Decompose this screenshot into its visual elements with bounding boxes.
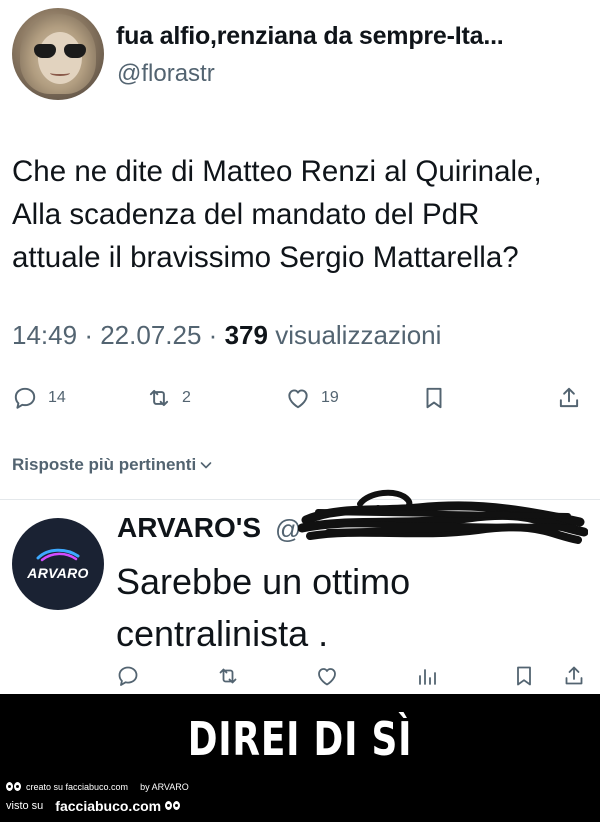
reply-count: 14	[48, 389, 66, 406]
reply-button[interactable]: 14	[12, 378, 66, 418]
tweet-text-line: Alla scadenza del mandato del PdR	[12, 198, 480, 231]
replies-sort-dropdown[interactable]: Risposte più pertinenti	[12, 455, 214, 475]
watermark-seen-text: visto su	[6, 800, 44, 812]
tweet-text-line: attuale il bravissimo Sergio Mattarella?	[12, 241, 519, 274]
meme-caption: DIREI DI SÌ	[187, 712, 413, 766]
sort-label: Risposte più pertinenti	[12, 455, 197, 474]
tweet-text: Che ne dite di Matteo Renzi al Quirinale…	[12, 150, 592, 279]
avatar-sunglasses	[34, 44, 86, 58]
redaction-scribble	[298, 489, 588, 544]
tweet-actions: 14 2 19	[0, 378, 600, 418]
reply-like-button[interactable]	[315, 664, 339, 693]
tweet-meta: 14:49 · 22.07.25 · 379 visualizzazioni	[12, 320, 441, 351]
watermark-site[interactable]: facciabuco.com	[55, 798, 161, 814]
reply-text: Sarebbe un ottimo centralinista .	[116, 556, 410, 660]
eyes-logo-icon	[6, 782, 22, 792]
share-button[interactable]	[556, 378, 582, 418]
reply-icon	[14, 387, 36, 409]
heart-icon	[288, 389, 308, 409]
analytics-icon	[419, 669, 436, 685]
meta-separator: ·	[208, 320, 218, 350]
author-avatar[interactable]	[12, 8, 104, 100]
reply-retweet-button[interactable]	[216, 664, 240, 693]
reply-views-button[interactable]	[415, 664, 439, 693]
views-count: 379	[224, 320, 268, 350]
retweet-icon	[149, 389, 169, 407]
reply-bookmark-button[interactable]	[512, 664, 536, 693]
heart-icon	[318, 668, 336, 686]
eyes-logo-icon	[165, 801, 181, 811]
avatar-face	[38, 32, 82, 84]
reply-reply-button[interactable]	[116, 664, 140, 693]
bookmark-icon	[517, 666, 531, 686]
reply-text-line: centralinista .	[116, 613, 329, 654]
watermark-seen: visto su facciabuco.com	[6, 798, 185, 814]
reply-display-name[interactable]: ARVARO'S	[117, 512, 261, 544]
like-button[interactable]: 19	[285, 378, 339, 418]
views-label: visualizzazioni	[275, 320, 442, 350]
tweet-time[interactable]: 14:49	[12, 320, 77, 350]
share-icon	[559, 387, 579, 408]
meme-caption-banner: DIREI DI SÌ creato su facciabuco.com by …	[0, 694, 600, 822]
avatar-smile	[50, 70, 70, 76]
retweet-count: 2	[182, 389, 191, 406]
reply-icon	[118, 666, 138, 686]
author-handle[interactable]: @florastr	[117, 60, 215, 88]
reply-actions	[0, 662, 600, 694]
tweet-text-line: Che ne dite di Matteo Renzi al Quirinale…	[12, 155, 542, 188]
tweet-date[interactable]: 22.07.25	[100, 320, 201, 350]
main-tweet: fua alfio,renziana da sempre-Ita... @flo…	[0, 0, 600, 500]
watermark-created: creato su facciabuco.com by ARVARO	[6, 782, 189, 792]
author-display-name[interactable]: fua alfio,renziana da sempre-Ita...	[116, 22, 504, 51]
bookmark-icon	[426, 387, 442, 409]
chevron-down-icon	[200, 462, 212, 469]
retweet-button[interactable]: 2	[146, 378, 191, 418]
like-count: 19	[321, 389, 339, 406]
share-icon	[565, 666, 583, 685]
reply-text-line: Sarebbe un ottimo	[116, 561, 411, 602]
watermark-author: by ARVARO	[140, 782, 189, 792]
meta-separator: ·	[84, 320, 93, 350]
reply-share-button[interactable]	[562, 664, 586, 693]
bookmark-button[interactable]	[421, 378, 447, 418]
reply-author-avatar[interactable]: ARVARO	[12, 518, 104, 610]
avatar-logo-swoosh	[36, 548, 80, 562]
retweet-icon	[219, 668, 237, 684]
avatar-brand-text: ARVARO	[27, 565, 89, 581]
watermark-created-text: creato su facciabuco.com	[26, 782, 129, 792]
